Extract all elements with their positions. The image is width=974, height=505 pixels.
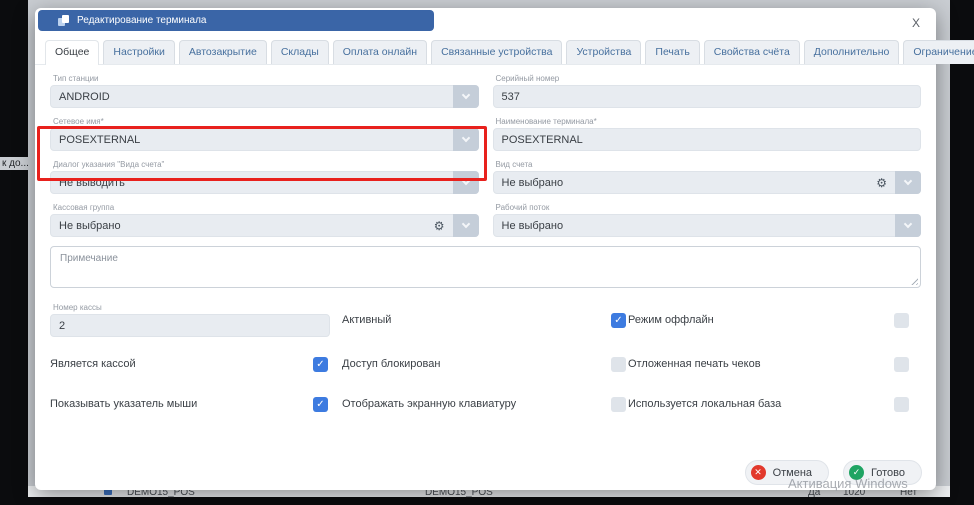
chevron-down-icon[interactable] xyxy=(453,85,479,108)
field-cash-number: Номер кассы 2 xyxy=(50,296,342,344)
field-cash-group: Кассовая группа Не выбрано ⚙ xyxy=(50,203,479,237)
cash-group-select[interactable]: Не выбрано ⚙ xyxy=(50,214,479,237)
cash-group-value: Не выбрано xyxy=(59,220,121,232)
note-textarea[interactable]: Примечание xyxy=(50,246,921,288)
terminal-name-label: Наименование терминала* xyxy=(496,117,922,126)
tab-linked-devices[interactable]: Связанные устройства xyxy=(431,40,562,64)
close-icon[interactable]: X xyxy=(912,16,920,30)
access-blocked-checkbox[interactable] xyxy=(611,357,626,372)
show-mouse-pointer-label: Показывать указатель мыши xyxy=(50,398,197,410)
local-database-label: Используется локальная база xyxy=(628,398,781,410)
edit-terminal-dialog: Редактирование терминала X Общее Настрой… xyxy=(35,8,936,490)
cash-number-value: 2 xyxy=(59,320,65,332)
network-name-select[interactable]: POSEXTERNAL xyxy=(50,128,479,151)
local-database-checkbox[interactable] xyxy=(894,397,909,412)
serial-number-label: Серийный номер xyxy=(496,74,922,83)
tab-warehouses[interactable]: Склады xyxy=(271,40,329,64)
dialog-icon xyxy=(58,15,69,26)
serial-number-input[interactable]: 537 xyxy=(493,85,922,108)
offline-mode-label: Режим оффлайн xyxy=(628,314,714,326)
checkbox-field-active[interactable]: Активный xyxy=(342,296,628,344)
field-station-type: Тип станции ANDROID xyxy=(50,74,479,108)
cancel-label: Отмена xyxy=(773,467,812,479)
station-type-label: Тип станции xyxy=(53,74,479,83)
cash-number-input[interactable]: 2 xyxy=(50,314,330,337)
network-name-value: POSEXTERNAL xyxy=(59,134,140,146)
account-type-dialog-value: Не выводить xyxy=(59,177,125,189)
account-type-dialog-select[interactable]: Не выводить xyxy=(50,171,479,194)
station-type-value: ANDROID xyxy=(59,91,110,103)
checkbox-field-local-database[interactable]: Используется локальная база xyxy=(628,384,921,424)
checkbox-field-offline-mode[interactable]: Режим оффлайн xyxy=(628,296,921,344)
tab-autoclose[interactable]: Автозакрытие xyxy=(179,40,267,64)
general-form: Тип станции ANDROID Серийный номер 537 С… xyxy=(35,65,936,288)
serial-number-value: 537 xyxy=(502,91,520,103)
gear-icon[interactable]: ⚙ xyxy=(434,220,445,232)
show-onscreen-keyboard-checkbox[interactable] xyxy=(611,397,626,412)
resize-handle[interactable] xyxy=(909,276,918,285)
cancel-icon: ✕ xyxy=(751,465,766,480)
done-label: Готово xyxy=(871,467,905,479)
is-cash-register-label: Является кассой xyxy=(50,358,136,370)
dialog-title-bar[interactable]: Редактирование терминала xyxy=(38,10,434,31)
workflow-value: Не выбрано xyxy=(502,220,564,232)
field-workflow: Рабочий поток Не выбрано xyxy=(493,203,922,237)
field-network-name: Сетевое имя* POSEXTERNAL xyxy=(50,117,479,151)
tab-devices[interactable]: Устройства xyxy=(566,40,641,64)
workflow-select[interactable]: Не выбрано xyxy=(493,214,922,237)
checkbox-field-show-onscreen-keyboard[interactable]: Отображать экранную клавиатуру xyxy=(342,384,628,424)
cancel-button[interactable]: ✕ Отмена xyxy=(745,460,829,485)
field-terminal-name: Наименование терминала* POSEXTERNAL xyxy=(493,117,922,151)
chevron-down-icon[interactable] xyxy=(895,171,921,194)
tab-settings[interactable]: Настройки xyxy=(103,40,175,64)
chevron-down-icon[interactable] xyxy=(453,214,479,237)
field-account-type: Вид счета Не выбрано ⚙ xyxy=(493,160,922,194)
tab-restriction[interactable]: Ограничение xyxy=(903,40,974,64)
station-type-select[interactable]: ANDROID xyxy=(50,85,479,108)
tab-online-payment[interactable]: Оплата онлайн xyxy=(333,40,427,64)
checkbox-field-access-blocked[interactable]: Доступ блокирован xyxy=(342,344,628,384)
access-blocked-label: Доступ блокирован xyxy=(342,358,440,370)
done-check-icon: ✓ xyxy=(849,465,864,480)
account-type-select[interactable]: Не выбрано ⚙ xyxy=(493,171,922,194)
account-type-dialog-label: Диалог указания "Вида счета" xyxy=(53,160,479,169)
terminal-name-input[interactable]: POSEXTERNAL xyxy=(493,128,922,151)
checkbox-field-deferred-receipt-printing[interactable]: Отложенная печать чеков xyxy=(628,344,921,384)
done-button[interactable]: ✓ Готово xyxy=(843,460,922,485)
checkbox-field-show-mouse-pointer[interactable]: Показывать указатель мыши xyxy=(50,384,342,424)
active-checkbox[interactable] xyxy=(611,313,626,328)
background-truncated-text-left: к до... xyxy=(0,157,31,170)
terminal-name-value: POSEXTERNAL xyxy=(502,134,583,146)
tab-additional[interactable]: Дополнительно xyxy=(804,40,900,64)
show-onscreen-keyboard-label: Отображать экранную клавиатуру xyxy=(342,398,516,410)
cash-group-label: Кассовая группа xyxy=(53,203,479,212)
note-label: Примечание xyxy=(60,253,118,264)
workflow-label: Рабочий поток xyxy=(496,203,922,212)
account-type-value: Не выбрано xyxy=(502,177,564,189)
field-serial-number: Серийный номер 537 xyxy=(493,74,922,108)
tab-general[interactable]: Общее xyxy=(45,40,99,65)
show-mouse-pointer-checkbox[interactable] xyxy=(313,397,328,412)
deferred-receipt-printing-label: Отложенная печать чеков xyxy=(628,358,761,370)
is-cash-register-checkbox[interactable] xyxy=(313,357,328,372)
cash-number-label: Номер кассы xyxy=(53,303,330,312)
chevron-down-icon[interactable] xyxy=(453,128,479,151)
tab-print[interactable]: Печать xyxy=(645,40,699,64)
chevron-down-icon[interactable] xyxy=(453,171,479,194)
account-type-label: Вид счета xyxy=(496,160,922,169)
active-label: Активный xyxy=(342,314,391,326)
dialog-title: Редактирование терминала xyxy=(77,15,207,26)
dialog-footer: ✕ Отмена ✓ Готово xyxy=(745,460,922,485)
deferred-receipt-printing-checkbox[interactable] xyxy=(894,357,909,372)
network-name-label: Сетевое имя* xyxy=(53,117,479,126)
screen: нн... к до... DEMO15_POS DEMO15_POS Да 1… xyxy=(0,0,974,505)
checkbox-field-is-cash-register[interactable]: Является кассой xyxy=(50,344,342,384)
chevron-down-icon[interactable] xyxy=(895,214,921,237)
options-section: Номер кассы 2 Активный Режим оффлайн Явл… xyxy=(50,296,921,424)
tab-account-properties[interactable]: Свойства счёта xyxy=(704,40,800,64)
gear-icon[interactable]: ⚙ xyxy=(876,177,887,189)
field-account-type-dialog: Диалог указания "Вида счета" Не выводить xyxy=(50,160,479,194)
offline-mode-checkbox[interactable] xyxy=(894,313,909,328)
